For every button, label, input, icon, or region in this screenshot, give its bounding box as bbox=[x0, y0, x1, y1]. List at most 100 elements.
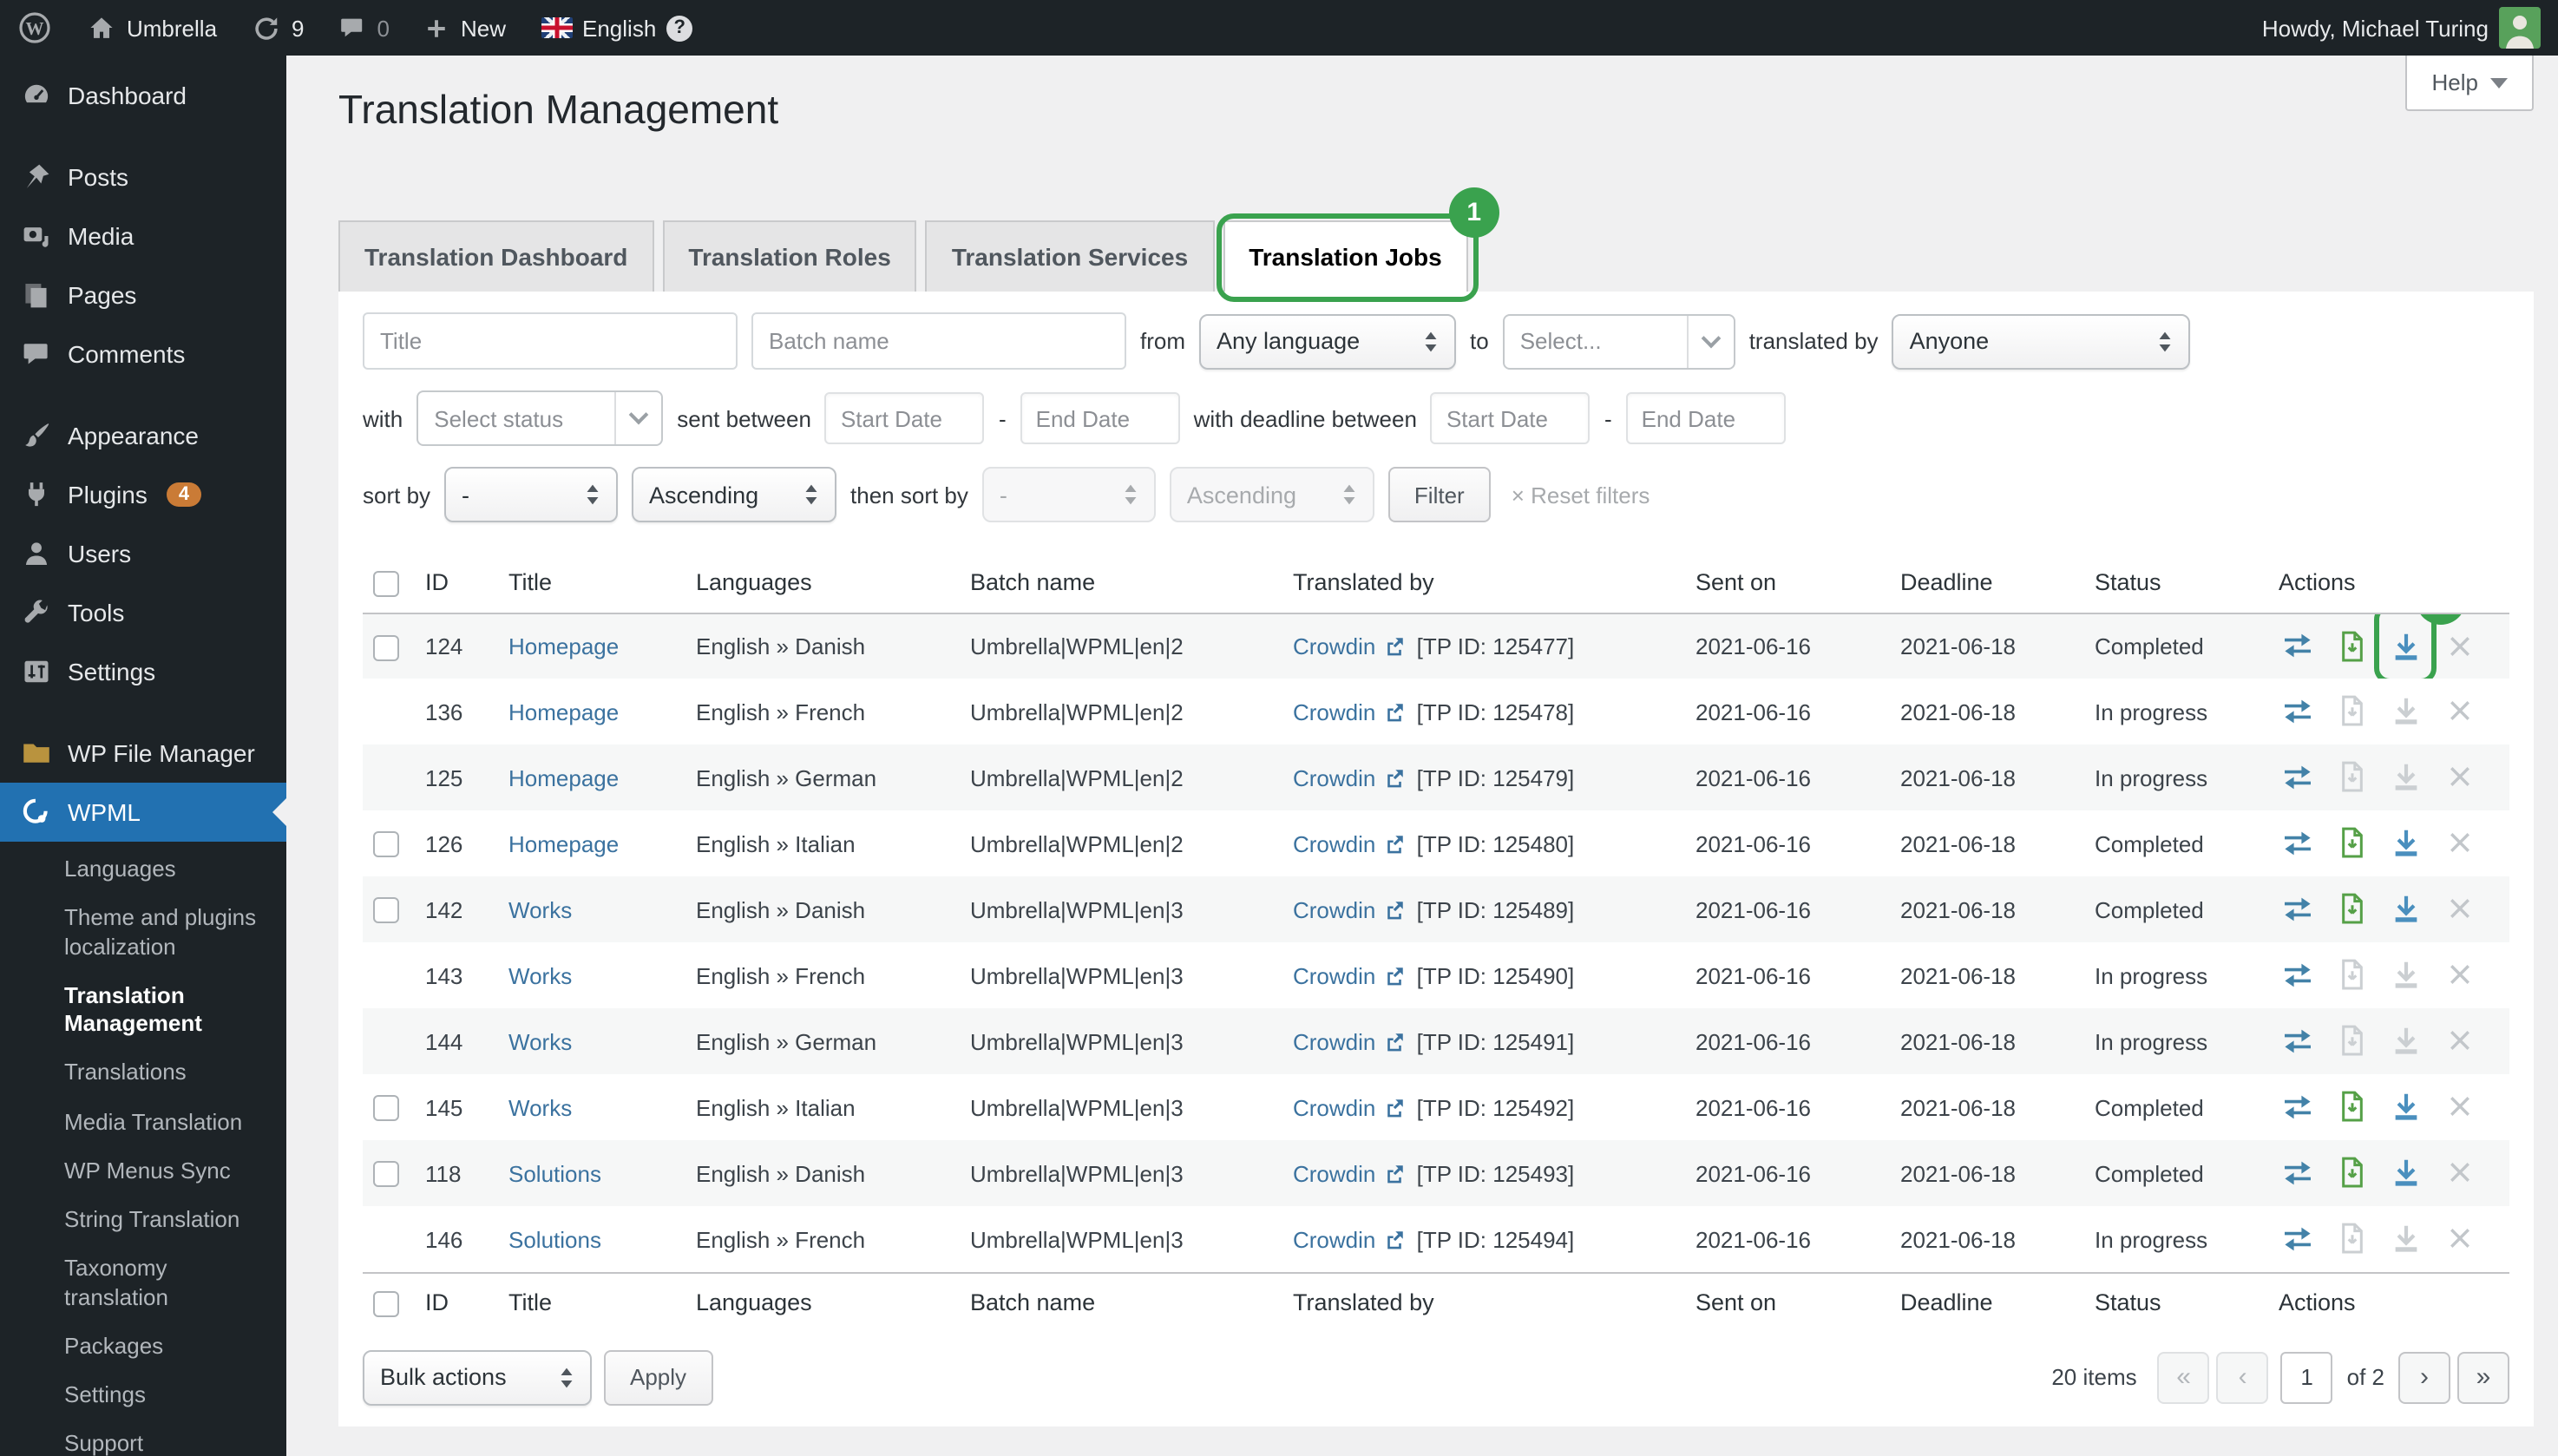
translated-by-select[interactable]: Anyone bbox=[1892, 313, 2191, 369]
select-all-checkbox[interactable] bbox=[373, 571, 399, 597]
cancel-job-icon[interactable] bbox=[2440, 1221, 2478, 1256]
status-select[interactable]: Select status bbox=[416, 390, 663, 446]
cancel-job-icon[interactable] bbox=[2440, 892, 2478, 927]
duplicate-translation-icon[interactable] bbox=[2279, 694, 2317, 729]
cancel-job-icon[interactable] bbox=[2440, 1090, 2478, 1125]
cancel-job-icon[interactable] bbox=[2440, 760, 2478, 795]
to-language-select[interactable]: Select... bbox=[1503, 313, 1735, 369]
download-xliff-icon[interactable] bbox=[2386, 1156, 2424, 1190]
view-xliff-icon[interactable] bbox=[2332, 1090, 2371, 1125]
submenu-item-translation-management[interactable]: Translation Management bbox=[0, 972, 286, 1049]
sidebar-item-pages[interactable]: Pages bbox=[0, 266, 286, 325]
translator-link[interactable]: Crowdin bbox=[1293, 699, 1375, 725]
last-page-button[interactable]: » bbox=[2457, 1352, 2509, 1404]
job-title-link[interactable]: Works bbox=[508, 1029, 572, 1055]
job-title-link[interactable]: Solutions bbox=[508, 1161, 601, 1187]
submenu-item-wp-menus-sync[interactable]: WP Menus Sync bbox=[0, 1147, 286, 1197]
translator-link[interactable]: Crowdin bbox=[1293, 1226, 1375, 1252]
apply-button[interactable]: Apply bbox=[604, 1350, 712, 1406]
duplicate-translation-icon[interactable] bbox=[2279, 1221, 2317, 1256]
translator-link[interactable]: Crowdin bbox=[1293, 765, 1375, 791]
submenu-item-media-translation[interactable]: Media Translation bbox=[0, 1098, 286, 1147]
duplicate-translation-icon[interactable] bbox=[2279, 628, 2317, 663]
sidebar-item-users[interactable]: Users bbox=[0, 524, 286, 583]
download-xliff-icon[interactable]: 2 bbox=[2386, 628, 2424, 663]
bulk-actions-select[interactable]: Bulk actions bbox=[363, 1350, 592, 1406]
job-title-link[interactable]: Works bbox=[508, 897, 572, 923]
submenu-item-string-translation[interactable]: String Translation bbox=[0, 1196, 286, 1245]
duplicate-translation-icon[interactable] bbox=[2279, 892, 2317, 927]
translator-link[interactable]: Crowdin bbox=[1293, 897, 1375, 923]
submenu-item-settings[interactable]: Settings bbox=[0, 1371, 286, 1420]
submenu-item-support[interactable]: Support bbox=[0, 1420, 286, 1456]
row-checkbox[interactable] bbox=[373, 1096, 399, 1122]
translator-link[interactable]: Crowdin bbox=[1293, 963, 1375, 989]
sent-end-date-input[interactable] bbox=[1020, 392, 1180, 444]
sent-start-date-input[interactable] bbox=[825, 392, 985, 444]
download-xliff-icon[interactable] bbox=[2386, 892, 2424, 927]
from-language-select[interactable]: Any language bbox=[1199, 313, 1456, 369]
duplicate-translation-icon[interactable] bbox=[2279, 958, 2317, 993]
tab-translation-roles[interactable]: Translation Roles bbox=[662, 220, 916, 292]
job-title-link[interactable]: Homepage bbox=[508, 699, 619, 725]
sidebar-item-appearance[interactable]: Appearance bbox=[0, 406, 286, 465]
select-all-checkbox[interactable] bbox=[373, 1291, 399, 1317]
cancel-job-icon[interactable] bbox=[2440, 1024, 2478, 1059]
then-sort-order-select[interactable]: Ascending bbox=[1170, 467, 1374, 522]
row-checkbox[interactable] bbox=[373, 1162, 399, 1188]
sidebar-item-dashboard[interactable]: Dashboard bbox=[0, 66, 286, 125]
current-page-input[interactable]: 1 bbox=[2281, 1352, 2333, 1404]
tab-translation-jobs[interactable]: Translation Jobs1 bbox=[1223, 220, 1468, 292]
wordpress-logo-menu[interactable]: W bbox=[0, 0, 69, 56]
view-xliff-icon[interactable] bbox=[2332, 892, 2371, 927]
site-name-menu[interactable]: Umbrella bbox=[69, 0, 234, 56]
job-title-link[interactable]: Works bbox=[508, 1095, 572, 1121]
submenu-item-translations[interactable]: Translations bbox=[0, 1049, 286, 1099]
job-title-link[interactable]: Works bbox=[508, 963, 572, 989]
reset-filters-link[interactable]: × Reset filters bbox=[1512, 482, 1650, 508]
translator-link[interactable]: Crowdin bbox=[1293, 1095, 1375, 1121]
view-xliff-icon[interactable] bbox=[2332, 1156, 2371, 1190]
sidebar-item-settings[interactable]: Settings bbox=[0, 642, 286, 701]
duplicate-translation-icon[interactable] bbox=[2279, 1090, 2317, 1125]
title-filter-input[interactable] bbox=[363, 312, 738, 370]
submenu-item-languages[interactable]: Languages bbox=[0, 845, 286, 895]
row-checkbox[interactable] bbox=[373, 832, 399, 858]
deadline-end-date-input[interactable] bbox=[1626, 392, 1786, 444]
translator-link[interactable]: Crowdin bbox=[1293, 1161, 1375, 1187]
next-page-button[interactable]: › bbox=[2398, 1352, 2450, 1404]
comments-menu[interactable]: 0 bbox=[322, 0, 407, 56]
cancel-job-icon[interactable] bbox=[2440, 826, 2478, 861]
tab-translation-services[interactable]: Translation Services bbox=[926, 220, 1214, 292]
sidebar-item-tools[interactable]: Tools bbox=[0, 583, 286, 642]
job-title-link[interactable]: Solutions bbox=[508, 1226, 601, 1252]
translator-link[interactable]: Crowdin bbox=[1293, 831, 1375, 857]
translator-link[interactable]: Crowdin bbox=[1293, 1029, 1375, 1055]
first-page-button[interactable]: « bbox=[2158, 1352, 2210, 1404]
howdy-menu[interactable]: Howdy, Michael Turing bbox=[2245, 0, 2558, 56]
sidebar-item-posts[interactable]: Posts bbox=[0, 148, 286, 207]
cancel-job-icon[interactable] bbox=[2440, 694, 2478, 729]
updates-menu[interactable]: 9 bbox=[234, 0, 321, 56]
view-xliff-icon[interactable] bbox=[2332, 826, 2371, 861]
sidebar-item-media[interactable]: Media bbox=[0, 207, 286, 266]
download-xliff-icon[interactable] bbox=[2386, 1090, 2424, 1125]
tab-translation-dashboard[interactable]: Translation Dashboard bbox=[338, 220, 653, 292]
sidebar-item-plugins[interactable]: Plugins4 bbox=[0, 465, 286, 524]
duplicate-translation-icon[interactable] bbox=[2279, 1156, 2317, 1190]
sidebar-item-comments[interactable]: Comments bbox=[0, 325, 286, 384]
view-xliff-icon[interactable] bbox=[2332, 628, 2371, 663]
duplicate-translation-icon[interactable] bbox=[2279, 826, 2317, 861]
duplicate-translation-icon[interactable] bbox=[2279, 760, 2317, 795]
submenu-item-packages[interactable]: Packages bbox=[0, 1322, 286, 1372]
language-switcher-menu[interactable]: English ? bbox=[523, 0, 710, 56]
row-checkbox[interactable] bbox=[373, 898, 399, 924]
submenu-item-taxonomy-translation[interactable]: Taxonomy translation bbox=[0, 1245, 286, 1322]
duplicate-translation-icon[interactable] bbox=[2279, 1024, 2317, 1059]
cancel-job-icon[interactable] bbox=[2440, 628, 2478, 663]
sidebar-item-wp-file-manager[interactable]: WP File Manager bbox=[0, 724, 286, 783]
help-button[interactable]: Help bbox=[2406, 56, 2535, 111]
cancel-job-icon[interactable] bbox=[2440, 958, 2478, 993]
prev-page-button[interactable]: ‹ bbox=[2217, 1352, 2269, 1404]
row-checkbox[interactable] bbox=[373, 634, 399, 660]
